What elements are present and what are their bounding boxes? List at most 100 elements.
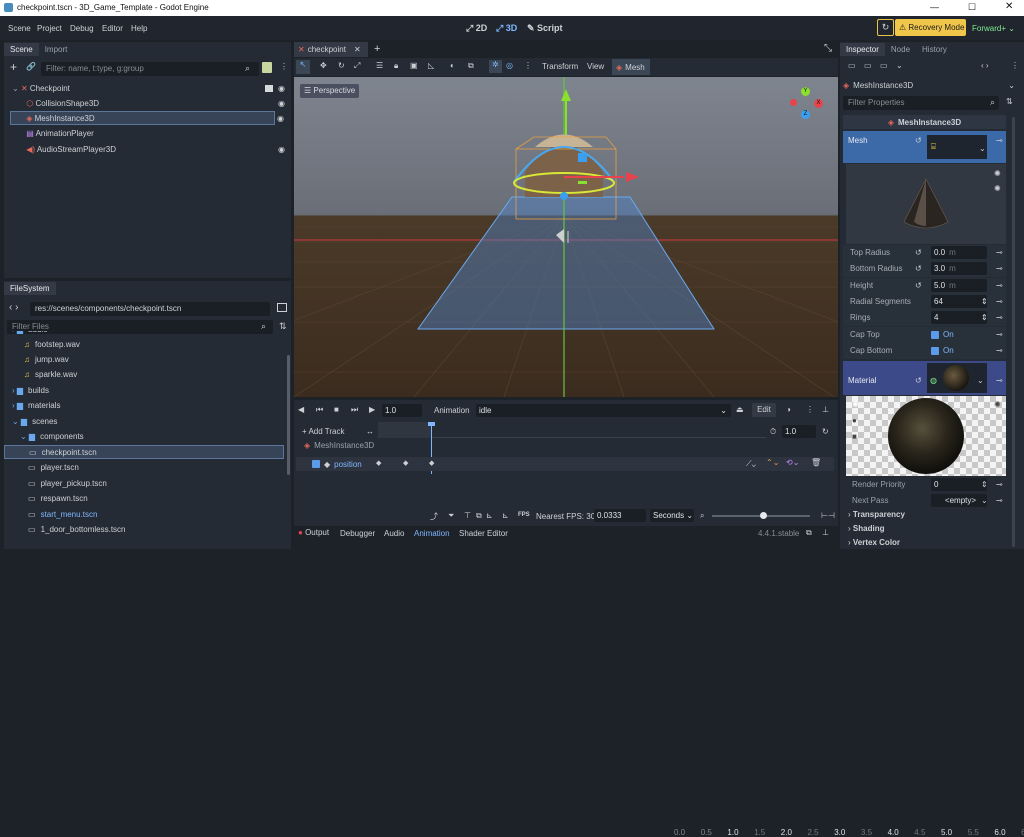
tab-output[interactable]: ● Output — [298, 528, 329, 537]
folder-row[interactable]: ⌄ ▆ scenes — [4, 414, 284, 428]
key-icon[interactable]: ⊸ — [996, 133, 1003, 149]
add-node-icon[interactable]: + — [10, 60, 17, 74]
snap-to-icon[interactable]: ⊾ — [486, 511, 493, 520]
distraction-free-icon[interactable]: ⤡ — [824, 43, 832, 54]
material-resource-picker[interactable]: ◍ ⌄ — [927, 363, 987, 393]
tab-node[interactable]: Node — [885, 43, 916, 56]
menu-editor[interactable]: Editor — [102, 24, 123, 33]
mesh-resource-picker[interactable]: ⌸ ⌄ — [927, 135, 987, 159]
revert-icon[interactable]: ↺ — [915, 278, 922, 294]
file-row[interactable]: ▭ player.tscn — [4, 460, 284, 474]
play-backwards-start-icon[interactable]: ⏮ — [316, 405, 323, 415]
copy-icon[interactable]: ⧉ — [476, 511, 482, 521]
tree-row-collisionshape[interactable]: ⬡ CollisionShape3D ◉ — [12, 97, 285, 111]
step-field[interactable]: 0.0333 — [594, 509, 646, 522]
revert-icon[interactable]: ↺ — [915, 261, 922, 277]
minimize-icon[interactable]: — — [930, 2, 939, 12]
mesh-menu[interactable]: ◈ Mesh — [612, 59, 650, 75]
light-2-icon[interactable]: ✺ — [994, 400, 1001, 409]
align-icon[interactable]: ⊤ — [464, 511, 471, 520]
key-icon[interactable]: ⊸ — [996, 261, 1003, 277]
history-nav-icon[interactable]: ‹ › — [981, 61, 989, 70]
tab-inspector[interactable]: Inspector — [840, 42, 885, 56]
timeline-zoom-icon[interactable]: ↔ — [366, 427, 374, 436]
keyframe-2[interactable]: ◆ — [429, 459, 434, 467]
property-value-field[interactable]: 4 ⇕ — [931, 311, 988, 324]
list-tool-icon[interactable]: ☰ — [376, 61, 383, 70]
edit-button[interactable]: Edit — [752, 403, 776, 417]
anim-time-field[interactable]: 1.0 — [382, 404, 422, 417]
file-row[interactable]: ▭ respawn.tscn — [4, 491, 284, 505]
split-view-icon[interactable] — [277, 303, 287, 312]
lock-icon[interactable]: 🔒︎ — [394, 61, 398, 71]
add-track-button[interactable]: + Add Track — [302, 427, 344, 436]
group-transparency[interactable]: › Transparency — [843, 508, 1006, 522]
3d-viewport[interactable]: ☰ Perspective Y X Z — [294, 77, 838, 397]
spin-icon[interactable]: ⇕ — [981, 477, 988, 493]
filter-icon[interactable]: ⏷ — [448, 511, 454, 521]
box-shape-icon[interactable]: ■ — [852, 432, 857, 441]
tab-debugger[interactable]: Debugger — [340, 529, 375, 538]
mode-2d-button[interactable]: ⤢ 2D — [466, 23, 487, 34]
tab-shader-editor[interactable]: Shader Editor — [459, 529, 508, 538]
visibility-eye-icon[interactable]: ◉ — [277, 112, 284, 126]
zoom-slider-handle[interactable] — [760, 512, 767, 519]
more-icon[interactable]: ⋮ — [806, 405, 814, 414]
more-icon[interactable]: ⋮ — [1011, 61, 1019, 70]
scrollbar[interactable] — [287, 355, 290, 475]
select-tool-icon[interactable]: ↖ — [296, 60, 310, 74]
ruler-icon[interactable]: ◺ — [428, 61, 434, 70]
shading-icon[interactable]: ◐ — [450, 61, 455, 70]
menu-scene[interactable]: Scene — [8, 24, 31, 33]
revert-icon[interactable]: ↺ — [915, 373, 922, 389]
mode-3d-button[interactable]: ⤢ 3D — [496, 23, 517, 34]
key-icon[interactable]: ⊸ — [996, 477, 1003, 493]
folder-row[interactable]: › ▆ audio — [4, 331, 284, 336]
inspected-object[interactable]: ◈ MeshInstance3D ⌄ — [843, 78, 1021, 92]
scene-tab-checkpoint[interactable]: ✕ checkpoint ✕ — [294, 42, 368, 57]
keyframe-0[interactable]: ◆ — [376, 459, 381, 467]
render-priority-field[interactable]: 0 — [931, 478, 987, 491]
script-icon[interactable] — [262, 62, 272, 73]
gizmo-y[interactable]: Y — [801, 87, 810, 96]
scene-menu-icon[interactable]: ⋮ — [280, 62, 288, 71]
property-value-field[interactable]: 0.0 m — [931, 246, 987, 259]
next-pass-field[interactable]: <empty> — [931, 494, 987, 507]
group-vertex-color[interactable]: › Vertex Color — [843, 536, 1006, 549]
stop-icon[interactable]: ■ — [334, 405, 339, 414]
move-tool-icon[interactable]: ✥ — [320, 61, 327, 70]
file-row[interactable]: ▭ player_pickup.tscn — [4, 476, 284, 490]
spin-icon[interactable]: ⇕ — [981, 311, 988, 324]
checkbox[interactable] — [931, 331, 939, 339]
mesh-property[interactable]: Mesh ↺ ⌸ ⌄ ⊸ — [843, 131, 1006, 163]
tab-filesystem[interactable]: FileSystem — [4, 281, 56, 295]
track-enabled-checkbox[interactable] — [312, 460, 320, 468]
autoplay-icon[interactable]: ⏏ — [736, 405, 744, 414]
panel-toggle-icon[interactable]: ⊥ — [822, 528, 829, 537]
scrollbar[interactable] — [1012, 117, 1015, 547]
anim-length-field[interactable]: 1.0 — [782, 425, 816, 438]
view-menu[interactable]: View — [587, 62, 604, 71]
transform-menu[interactable]: Transform — [542, 62, 578, 71]
fps-icon[interactable]: FPS — [518, 512, 530, 518]
group-icon[interactable]: ▣ — [410, 61, 418, 70]
light-2-icon[interactable]: ✺ — [994, 184, 1001, 193]
spin-icon[interactable]: ⇕ — [981, 295, 988, 308]
key-icon[interactable]: ⊸ — [996, 245, 1003, 261]
unit-select[interactable]: Seconds ⌄ — [650, 509, 694, 522]
tree-row-meshinstance[interactable]: ◈ MeshInstance3D ◉ — [10, 111, 284, 125]
key-icon[interactable]: ⊸ — [996, 294, 1003, 310]
folder-row[interactable]: › ▆ materials — [4, 398, 284, 412]
globe-icon[interactable]: ◎ — [506, 61, 513, 70]
keyframe-1[interactable]: ◆ — [403, 459, 408, 467]
open-resource-icon[interactable]: ▭ — [864, 61, 872, 70]
back-icon[interactable]: ‹ › — [9, 302, 18, 313]
material-property[interactable]: Material ↺ ◍ ⌄ ⊸ — [843, 361, 1006, 395]
delete-track-icon[interactable]: 🗑︎ — [811, 458, 821, 467]
sphere-shape-icon[interactable]: ● — [852, 416, 857, 425]
interpolation-icon[interactable]: ⟋⌄ — [746, 459, 756, 469]
revert-icon[interactable]: ↺ — [915, 133, 922, 149]
tab-import[interactable]: Import — [39, 43, 74, 56]
menu-help[interactable]: Help — [131, 24, 147, 33]
scene-filter-input[interactable]: Filter: name, t:type, g:group — [41, 62, 259, 76]
